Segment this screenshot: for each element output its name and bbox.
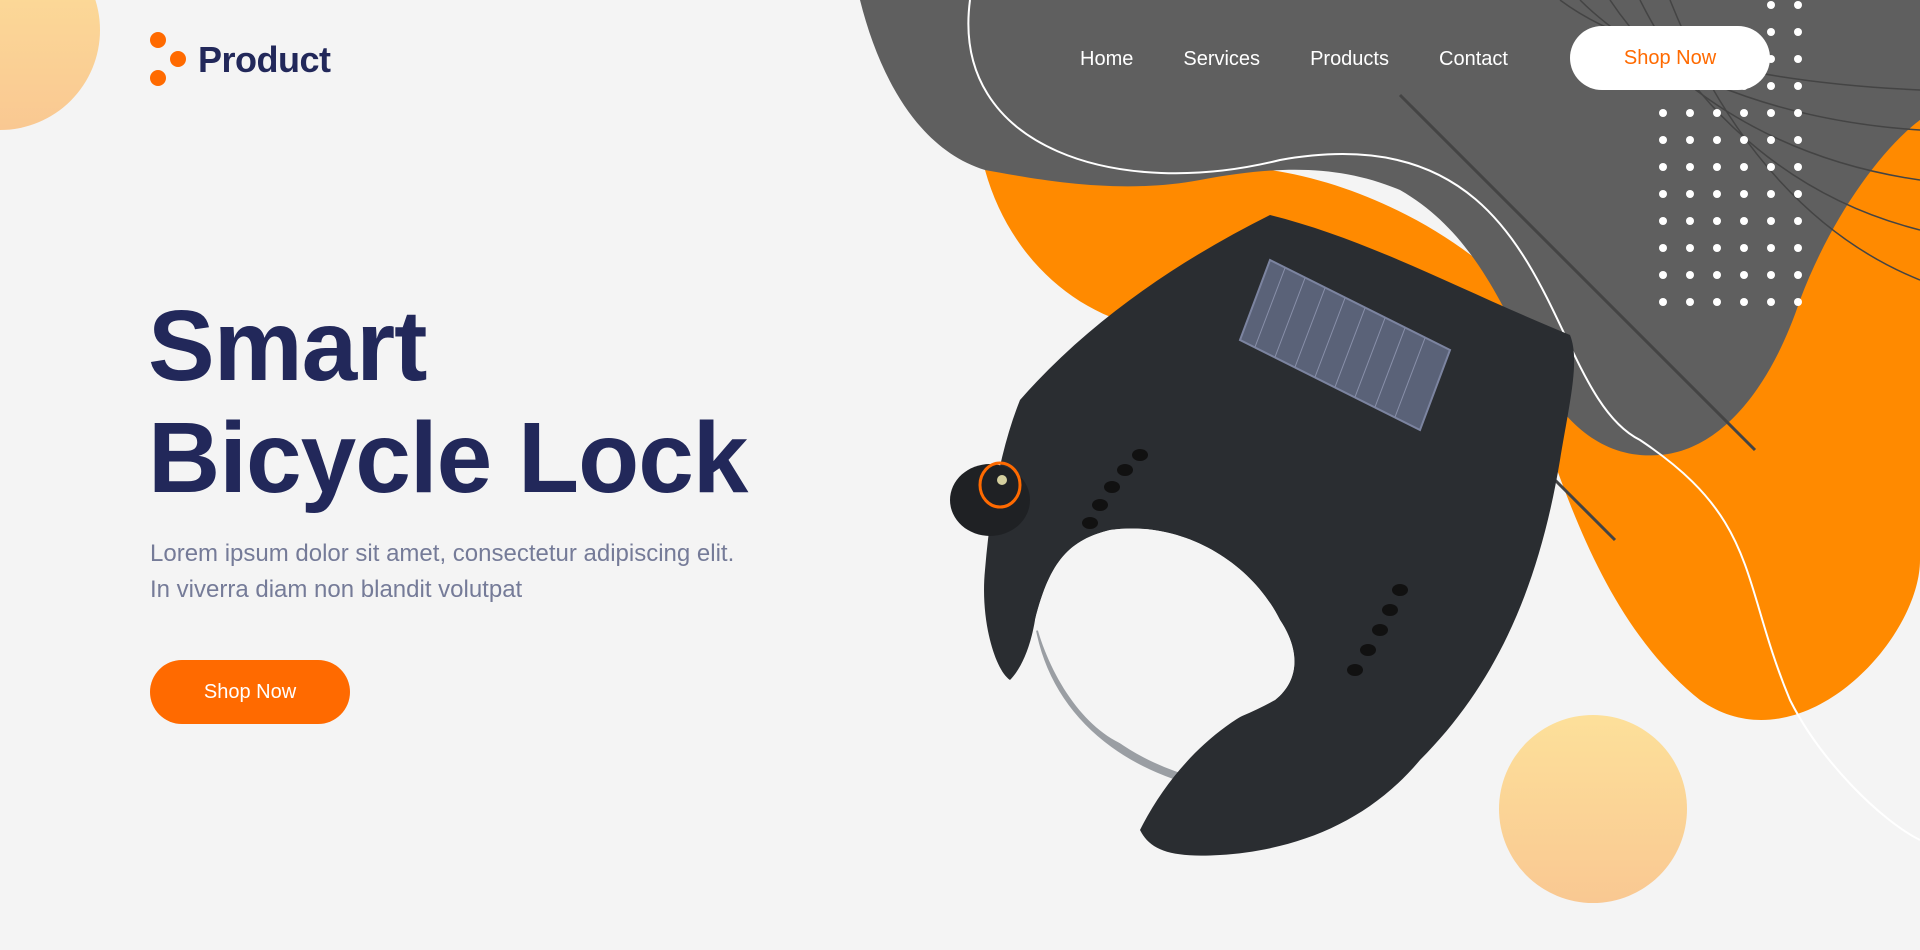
nav-shop-now-button[interactable]: Shop Now bbox=[1570, 26, 1770, 90]
grid-dot bbox=[1794, 136, 1802, 144]
grid-dot bbox=[1794, 1, 1802, 9]
grid-dot bbox=[1794, 163, 1802, 171]
grid-dot bbox=[1767, 271, 1775, 279]
grid-dot bbox=[1686, 163, 1694, 171]
key-cylinder-dot bbox=[997, 475, 1007, 485]
grid-dot bbox=[1686, 244, 1694, 252]
grid-dot bbox=[1713, 109, 1721, 117]
grid-dot bbox=[1740, 109, 1748, 117]
grid-dot bbox=[1740, 163, 1748, 171]
grid-dot bbox=[1713, 190, 1721, 198]
grid-dot bbox=[1740, 136, 1748, 144]
grid-dot bbox=[1659, 109, 1667, 117]
hero-shop-now-button[interactable]: Shop Now bbox=[150, 660, 350, 724]
smart-bicycle-lock-image bbox=[950, 215, 1575, 856]
hero-title-line-1: Smart bbox=[148, 290, 427, 402]
grid-dot bbox=[1767, 163, 1775, 171]
grid-dot bbox=[1740, 217, 1748, 225]
brand-logo[interactable]: Product bbox=[148, 30, 331, 90]
grid-dot bbox=[1713, 163, 1721, 171]
grid-dot bbox=[1740, 244, 1748, 252]
grid-dot bbox=[1767, 217, 1775, 225]
nav-item-contact[interactable]: Contact bbox=[1439, 44, 1508, 74]
grid-dot bbox=[1686, 217, 1694, 225]
grid-dot bbox=[1767, 190, 1775, 198]
grid-dot bbox=[1767, 28, 1775, 36]
grid-dot bbox=[1659, 190, 1667, 198]
three-dots-icon bbox=[148, 30, 186, 90]
grid-dot bbox=[1767, 1, 1775, 9]
hero-title-line-2: Bicycle Lock bbox=[148, 402, 748, 514]
grid-dot bbox=[1767, 136, 1775, 144]
grid-dot bbox=[1794, 109, 1802, 117]
grid-dot bbox=[1659, 217, 1667, 225]
hero-description-line-2: In viverra diam non blandit volutpat bbox=[150, 576, 523, 603]
grid-dot bbox=[1767, 244, 1775, 252]
grid-dot bbox=[1686, 109, 1694, 117]
grid-dot bbox=[1767, 109, 1775, 117]
grid-dot bbox=[1794, 271, 1802, 279]
grid-dot bbox=[1713, 271, 1721, 279]
grid-dot bbox=[1659, 136, 1667, 144]
grid-dot bbox=[1740, 271, 1748, 279]
grid-dot bbox=[1713, 136, 1721, 144]
grid-dot bbox=[1713, 244, 1721, 252]
grid-dot bbox=[1794, 55, 1802, 63]
hero-description: Lorem ipsum dolor sit amet, consectetur … bbox=[150, 536, 790, 608]
grid-dot bbox=[1659, 271, 1667, 279]
grid-dot bbox=[1794, 244, 1802, 252]
grid-dot bbox=[1659, 244, 1667, 252]
nav-item-products[interactable]: Products bbox=[1310, 44, 1389, 74]
peach-circle-top-left bbox=[0, 0, 100, 130]
nav-item-home[interactable]: Home bbox=[1080, 44, 1133, 74]
grid-dot bbox=[1794, 28, 1802, 36]
grid-dot bbox=[1686, 136, 1694, 144]
grid-dot bbox=[1713, 298, 1721, 306]
grid-dot bbox=[1767, 298, 1775, 306]
grid-dot bbox=[1686, 271, 1694, 279]
grid-dot bbox=[1767, 82, 1775, 90]
grid-dot bbox=[1659, 298, 1667, 306]
hero-description-line-1: Lorem ipsum dolor sit amet, consectetur … bbox=[150, 540, 735, 567]
grid-dot bbox=[1740, 190, 1748, 198]
grid-dot bbox=[1740, 298, 1748, 306]
brand-name: Product bbox=[198, 39, 331, 80]
grid-dot bbox=[1686, 298, 1694, 306]
grid-dot bbox=[1794, 190, 1802, 198]
grid-dot bbox=[1659, 163, 1667, 171]
grid-dot bbox=[1794, 298, 1802, 306]
grid-dot bbox=[1713, 217, 1721, 225]
grid-dot bbox=[1686, 190, 1694, 198]
nav-item-services[interactable]: Services bbox=[1183, 44, 1260, 74]
hero-title: Smart Bicycle Lock bbox=[148, 290, 748, 514]
grid-dot bbox=[1794, 82, 1802, 90]
grid-dot bbox=[1794, 217, 1802, 225]
main-nav: Home Services Products Contact bbox=[1080, 44, 1558, 74]
